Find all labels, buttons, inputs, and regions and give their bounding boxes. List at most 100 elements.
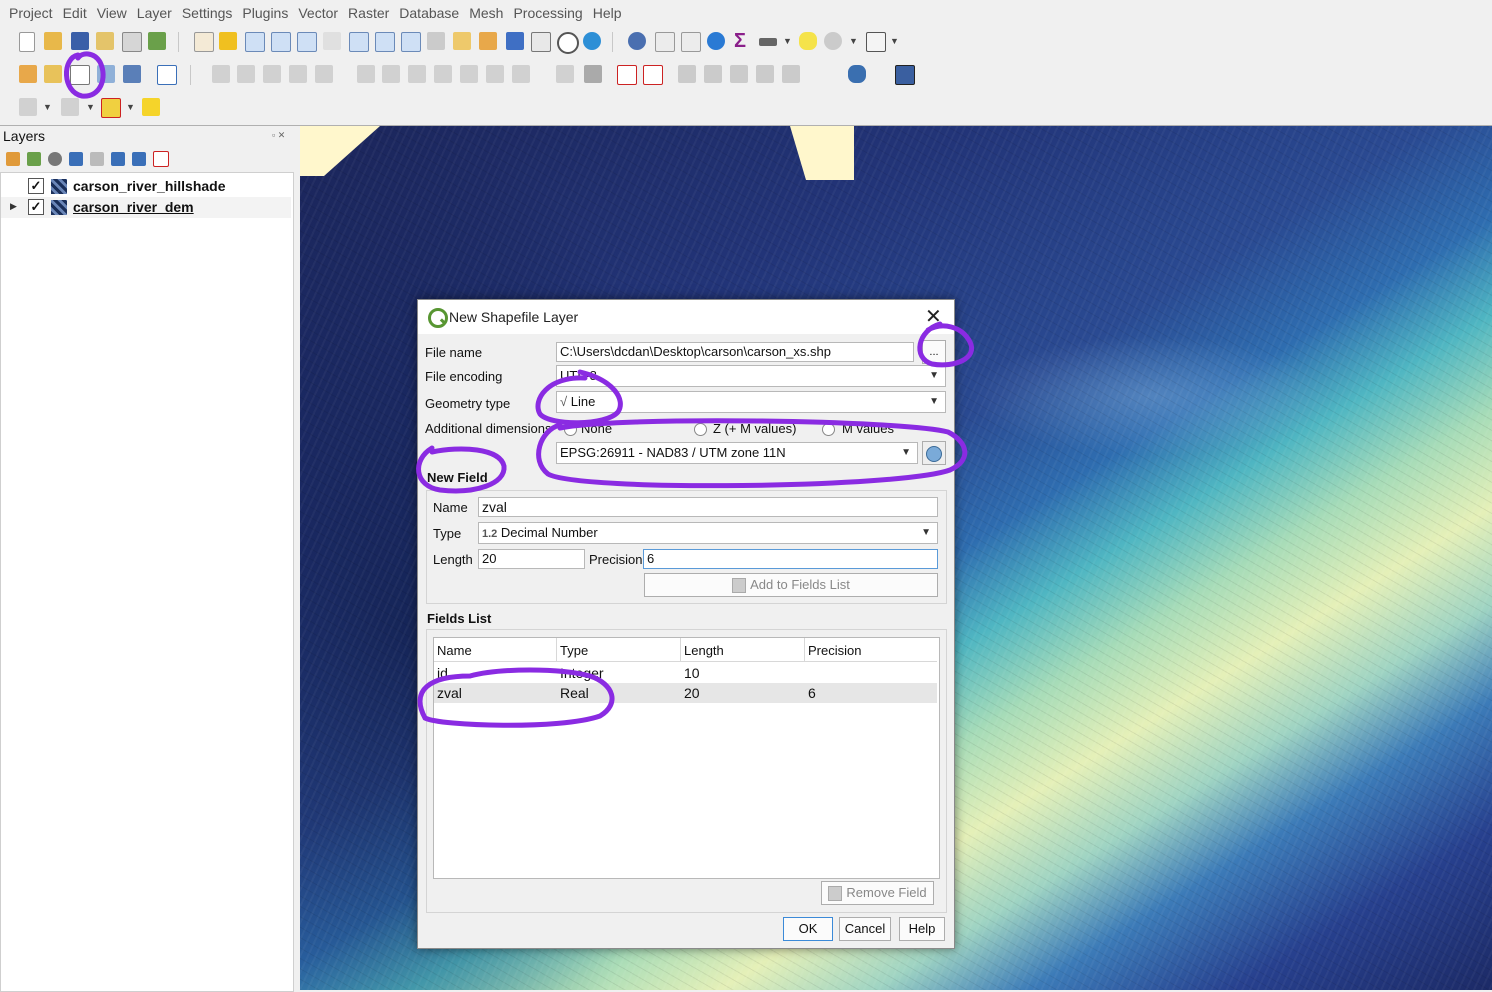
move-label-icon[interactable]	[730, 65, 748, 83]
field-name-input[interactable]: zval	[478, 497, 938, 517]
modify-attributes-icon[interactable]	[357, 65, 375, 83]
menu-help[interactable]: Help	[588, 0, 627, 21]
zoom-in-icon[interactable]	[245, 32, 265, 52]
toggle-editing-icon[interactable]	[237, 65, 255, 83]
new-virtual-layer-icon[interactable]	[123, 65, 141, 83]
zoom-full-icon[interactable]	[297, 32, 317, 52]
manage-themes-icon[interactable]	[48, 151, 62, 166]
column-header-length[interactable]: Length	[681, 638, 805, 662]
vertex-tool-icon[interactable]	[315, 65, 333, 83]
delete-selected-icon[interactable]	[382, 65, 400, 83]
menu-settings[interactable]: Settings	[177, 0, 238, 21]
remove-field-button[interactable]: Remove Field	[821, 881, 934, 905]
geometry-type-combo[interactable]: √ Line ▼	[556, 391, 946, 413]
add-to-fields-list-button[interactable]: Add to Fields List	[644, 573, 938, 597]
zoom-native-icon[interactable]	[375, 32, 395, 52]
column-header-precision[interactable]: Precision	[805, 638, 937, 662]
crs-select-globe-icon[interactable]	[922, 441, 946, 465]
expand-all-icon[interactable]	[111, 151, 125, 166]
file-encoding-combo[interactable]: UTF-8 ▼	[556, 365, 946, 387]
menu-vector[interactable]: Vector	[293, 0, 343, 21]
style-manager-icon[interactable]	[148, 32, 166, 50]
field-length-input[interactable]: 20	[478, 549, 585, 569]
open-project-icon[interactable]	[44, 32, 62, 50]
current-edits-icon[interactable]	[212, 65, 230, 83]
layer-item-hillshade[interactable]: ✓ carson_river_hillshade	[1, 176, 291, 197]
select-by-value-icon[interactable]	[61, 98, 79, 116]
save-edits-icon[interactable]	[263, 65, 281, 83]
statistics-sigma-icon[interactable]: Σ	[734, 30, 746, 53]
select-by-area-icon[interactable]	[19, 98, 37, 116]
add-group-icon[interactable]	[27, 151, 41, 166]
layer-item-dem[interactable]: ▶ ✓ carson_river_dem	[1, 197, 291, 218]
bookmark-icon[interactable]	[506, 32, 524, 50]
filter-legend-icon[interactable]	[69, 151, 83, 166]
show-bookmarks-icon[interactable]	[531, 32, 551, 52]
change-label-icon[interactable]	[782, 65, 800, 83]
digitize-icon[interactable]	[157, 65, 177, 85]
close-icon[interactable]: ✕	[925, 304, 942, 329]
file-name-field[interactable]: C:\Users\dcdan\Desktop\carson\carson_xs.…	[556, 342, 914, 362]
menu-mesh[interactable]: Mesh	[464, 0, 508, 21]
layer-labeling-icon[interactable]	[584, 65, 602, 83]
help-contents-icon[interactable]	[895, 65, 915, 85]
pan-to-selection-icon[interactable]	[219, 32, 237, 50]
panel-dock-buttons[interactable]: ▫ ✕	[272, 130, 285, 141]
layer-visibility-checkbox[interactable]: ✓	[28, 178, 44, 194]
layout-manager-icon[interactable]	[122, 32, 142, 52]
select-features-icon[interactable]	[824, 32, 842, 50]
new-project-icon[interactable]	[19, 32, 35, 52]
zoom-selection-icon[interactable]	[323, 32, 341, 50]
dim-none-radio[interactable]	[564, 423, 577, 436]
layer-styling-icon[interactable]	[6, 151, 20, 166]
zoom-out-icon[interactable]	[271, 32, 291, 52]
remove-layer-icon[interactable]	[153, 150, 169, 167]
label-abc-icon[interactable]	[617, 65, 637, 85]
menu-plugins[interactable]: Plugins	[237, 0, 293, 21]
new-map-view-icon[interactable]	[453, 32, 471, 50]
paste-features-icon[interactable]	[460, 65, 478, 83]
cut-features-icon[interactable]	[408, 65, 426, 83]
save-project-icon[interactable]	[71, 32, 89, 50]
column-header-name[interactable]: Name	[434, 638, 557, 662]
new-geopackage-icon[interactable]	[44, 65, 62, 83]
menu-edit[interactable]: Edit	[58, 0, 92, 21]
collapse-all-icon[interactable]	[132, 151, 146, 166]
identify-icon[interactable]	[628, 32, 646, 50]
menu-database[interactable]: Database	[394, 0, 464, 21]
measure-icon[interactable]	[759, 38, 777, 46]
menu-project[interactable]: Project	[0, 0, 58, 21]
new-spatialite-icon[interactable]	[97, 65, 115, 83]
undo-icon[interactable]	[486, 65, 504, 83]
field-precision-input[interactable]: 6	[643, 549, 938, 569]
attribute-table-icon[interactable]	[655, 32, 675, 52]
processing-toolbox-icon[interactable]	[707, 32, 725, 50]
dim-z-radio[interactable]	[694, 423, 707, 436]
refresh-icon[interactable]	[583, 32, 601, 50]
field-type-combo[interactable]: 1.2 Decimal Number ▼	[478, 522, 938, 544]
filter-expression-icon[interactable]	[90, 151, 104, 166]
new-3d-view-icon[interactable]	[479, 32, 497, 50]
highlight-labels-icon[interactable]	[643, 65, 663, 85]
pin-labels-icon[interactable]	[678, 65, 696, 83]
table-row[interactable]: id Integer 10	[434, 663, 937, 683]
help-button[interactable]: Help	[899, 917, 945, 941]
map-tips-icon[interactable]	[799, 32, 817, 50]
cancel-button[interactable]: Cancel	[839, 917, 891, 941]
pan-icon[interactable]	[194, 32, 214, 52]
show-hide-labels-icon[interactable]	[704, 65, 722, 83]
dim-m-radio[interactable]	[822, 423, 835, 436]
data-source-manager-icon[interactable]	[19, 65, 37, 83]
menu-raster[interactable]: Raster	[343, 0, 394, 21]
select-location-icon[interactable]	[142, 98, 160, 116]
temporal-controller-icon[interactable]	[557, 32, 579, 54]
text-annotation-icon[interactable]	[866, 32, 886, 52]
column-header-type[interactable]: Type	[557, 638, 681, 662]
zoom-next-icon[interactable]	[427, 32, 445, 50]
menu-layer[interactable]: Layer	[132, 0, 177, 21]
python-console-icon[interactable]	[848, 65, 866, 83]
menu-processing[interactable]: Processing	[508, 0, 587, 21]
browse-button[interactable]: ...	[922, 340, 946, 364]
add-feature-icon[interactable]	[289, 65, 307, 83]
expand-arrow-icon[interactable]: ▶	[10, 201, 17, 212]
